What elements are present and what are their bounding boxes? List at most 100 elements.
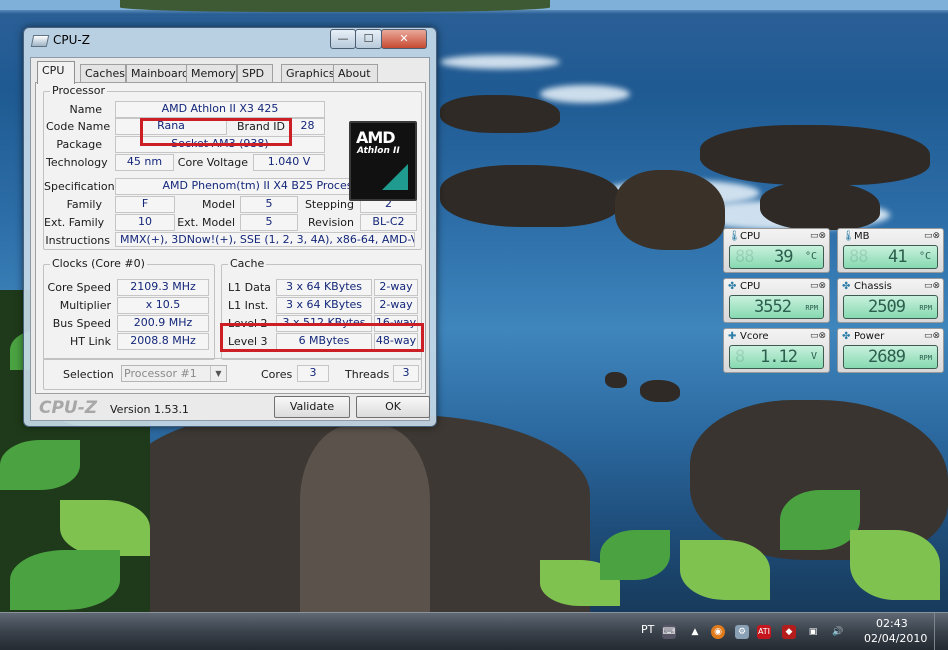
clocks-group: Clocks (Core #0) Core Speed 2109.3 MHz M… (43, 257, 215, 360)
volume-icon[interactable]: 🔊 (831, 625, 845, 639)
technology-label: Technology (46, 156, 108, 169)
thermometer-icon: 🌡 (728, 231, 741, 242)
gadget-vcore[interactable]: ✚ Vcore ▭⊗ 8 1.12 V (723, 328, 830, 373)
gadget-controls-icon[interactable]: ▭⊗ (924, 331, 940, 341)
gadget-lcd: 88 39 °C (729, 245, 824, 269)
model-value: 5 (240, 196, 298, 213)
threads-value: 3 (393, 365, 419, 382)
gadget-lcd: 88 41 °C (843, 245, 938, 269)
tab-caches[interactable]: Caches (80, 64, 126, 83)
chevron-down-icon[interactable]: ▼ (210, 366, 226, 381)
ok-button[interactable]: OK (356, 396, 430, 418)
maximize-button[interactable]: ☐ (355, 29, 382, 49)
model-label: Model (201, 198, 235, 211)
instructions-label: Instructions (45, 234, 110, 247)
fan-icon: ✤ (728, 281, 737, 292)
red-app-icon[interactable]: ◆ (782, 625, 796, 639)
validate-button[interactable]: Validate (274, 396, 350, 418)
core-speed-label: Core Speed (47, 281, 111, 294)
tab-about[interactable]: About (333, 64, 378, 83)
brandid-value: 28 (290, 118, 325, 135)
gadget-value: 2689 (868, 347, 906, 367)
tab-spd[interactable]: SPD (237, 64, 273, 83)
ht-link-value: 2008.8 MHz (117, 333, 209, 350)
lcd-ghost-digits: 8 (735, 347, 745, 367)
gadget-power-fan[interactable]: ✤ Power ▭⊗ 2689 RPM (837, 328, 944, 373)
voltage-value: 1.040 V (253, 154, 325, 171)
bus-speed-value: 200.9 MHz (117, 315, 209, 332)
network-status-icon[interactable]: ⚙ (735, 625, 749, 639)
amd-athlon-logo: AMD Athlon II (349, 121, 417, 201)
window-footer: CPU-Z Version 1.53.1 Validate OK (31, 394, 430, 420)
fan-icon: ✤ (842, 281, 851, 292)
app-tray-icon[interactable]: ◉ (711, 625, 725, 639)
close-button[interactable]: ✕ (381, 29, 427, 49)
gadget-cpu-temp[interactable]: 🌡 CPU ▭⊗ 88 39 °C (723, 228, 830, 273)
clocks-group-label: Clocks (Core #0) (50, 257, 147, 270)
processor-select[interactable]: Processor #1 ▼ (121, 365, 227, 382)
revision-label: Revision (308, 216, 354, 229)
specification-label: Specification (44, 180, 115, 193)
ht-link-label: HT Link (69, 335, 111, 348)
processor-group-label: Processor (50, 84, 107, 97)
gadget-unit: °C (918, 251, 931, 262)
codename-label: Code Name (46, 120, 111, 133)
name-highlight-box (140, 118, 292, 146)
selection-label: Selection (63, 368, 114, 381)
clock-time[interactable]: 02:43 (876, 617, 908, 630)
thermometer-icon: 🌡 (842, 231, 855, 242)
voltage-label: Core Voltage (177, 156, 248, 169)
cpuz-brand-logo: CPU-Z (39, 398, 98, 418)
gadget-controls-icon[interactable]: ▭⊗ (924, 281, 940, 291)
rock (760, 182, 880, 230)
ext-family-label: Ext. Family (44, 216, 105, 229)
level3-highlight-box (220, 323, 424, 352)
cores-value: 3 (297, 365, 329, 382)
tab-cpu[interactable]: CPU (37, 61, 75, 84)
gadget-unit: RPM (805, 304, 818, 312)
package-label: Package (56, 138, 102, 151)
show-hidden-icons-icon[interactable]: ▲ (688, 625, 702, 639)
technology-value: 45 nm (115, 154, 174, 171)
rock (440, 95, 560, 133)
leaf (60, 500, 150, 556)
gadget-unit: RPM (919, 354, 932, 362)
leaf (850, 530, 940, 600)
clock-date[interactable]: 02/04/2010 (864, 632, 927, 645)
gadget-value: 39 (774, 247, 794, 267)
tab-mainboard[interactable]: Mainboard (126, 64, 190, 83)
ext-model-value: 5 (240, 214, 298, 231)
leaf (600, 530, 670, 580)
wave-foam (540, 85, 630, 103)
leaf (0, 440, 80, 490)
keyboard-icon[interactable]: ⌨ (662, 625, 676, 639)
ati-icon[interactable]: ATI (757, 625, 771, 639)
gadget-chassis-fan[interactable]: ✤ Chassis ▭⊗ 2509 RPM (837, 278, 944, 323)
minimize-button[interactable]: — (330, 29, 356, 49)
stepping-label: Stepping (304, 198, 354, 211)
tab-memory[interactable]: Memory (186, 64, 237, 83)
gadget-controls-icon[interactable]: ▭⊗ (924, 231, 940, 241)
gadget-mb-temp[interactable]: 🌡 MB ▭⊗ 88 41 °C (837, 228, 944, 273)
gadget-controls-icon[interactable]: ▭⊗ (810, 231, 826, 241)
leaf (10, 550, 120, 610)
tab-graphics[interactable]: Graphics (281, 64, 337, 83)
gadget-cpu-fan[interactable]: ✤ CPU ▭⊗ 3552 RPM (723, 278, 830, 323)
gadget-controls-icon[interactable]: ▭⊗ (810, 281, 826, 291)
language-indicator[interactable]: PT (641, 623, 654, 636)
gadget-controls-icon[interactable]: ▭⊗ (810, 331, 826, 341)
processor-select-value: Processor #1 (124, 367, 197, 380)
network-icon[interactable]: ▣ (806, 625, 820, 639)
leaf (780, 490, 860, 550)
gadget-lcd: 2689 RPM (843, 345, 938, 369)
gadget-value: 41 (888, 247, 908, 267)
instructions-value: MMX(+), 3DNow!(+), SSE (1, 2, 3, 4A), x8… (115, 232, 415, 247)
fan-icon: ✤ (842, 331, 851, 342)
title-bar[interactable]: CPU-Z — ☐ ✕ (24, 28, 436, 54)
gadget-unit: °C (804, 251, 817, 262)
gadget-name: CPU (740, 281, 761, 292)
show-desktop-button[interactable] (934, 613, 948, 650)
gadget-unit: RPM (919, 304, 932, 312)
rock (440, 165, 620, 227)
rock (640, 380, 680, 402)
